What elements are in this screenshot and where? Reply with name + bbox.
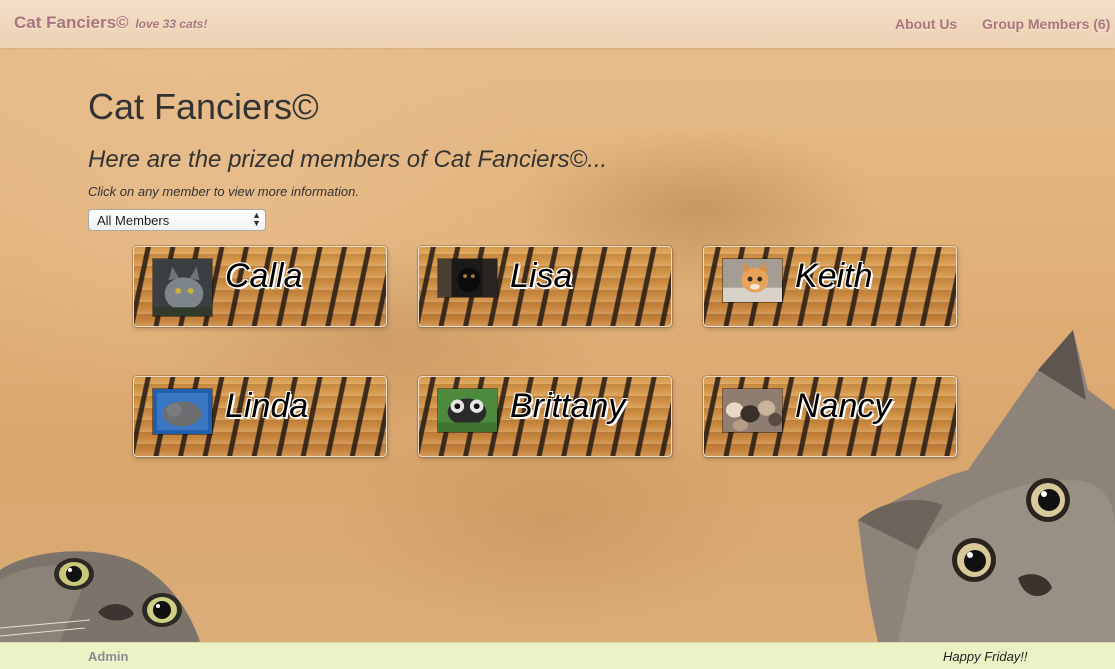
footer-bar: Admin Happy Friday!! bbox=[0, 642, 1115, 669]
member-photo bbox=[722, 388, 783, 433]
member-name: Calla bbox=[225, 257, 303, 295]
member-photo bbox=[722, 258, 783, 303]
member-photo bbox=[152, 258, 213, 317]
peeking-cat-right-image bbox=[858, 330, 1115, 642]
member-photo bbox=[437, 258, 498, 298]
member-card-keith[interactable]: Keith bbox=[703, 246, 957, 327]
page-title: Cat Fanciers© bbox=[88, 86, 319, 127]
filter-selected-value: All Members bbox=[97, 213, 170, 228]
member-filter-select[interactable]: All Members ▲ ▼ bbox=[88, 209, 266, 231]
member-photo bbox=[152, 388, 213, 435]
page-subtitle: Here are the prized members of Cat Fanci… bbox=[88, 146, 608, 173]
footer-message: Happy Friday!! bbox=[943, 649, 1028, 664]
member-name: Linda bbox=[225, 387, 309, 425]
brand-tagline: love 33 cats! bbox=[135, 17, 208, 31]
member-card-linda[interactable]: Linda bbox=[133, 376, 387, 457]
peeking-cat-left-image bbox=[0, 551, 200, 642]
member-card-brittany[interactable]: Brittany bbox=[418, 376, 672, 457]
brand-link[interactable]: Cat Fanciers© love 33 cats! bbox=[14, 13, 207, 33]
member-name: Lisa bbox=[510, 257, 573, 295]
member-photo bbox=[437, 388, 498, 433]
nav-group-members[interactable]: Group Members (6) bbox=[982, 16, 1110, 32]
brand-name: Cat Fanciers© bbox=[14, 13, 129, 32]
member-card-calla[interactable]: Calla bbox=[133, 246, 387, 327]
member-card-lisa[interactable]: Lisa bbox=[418, 246, 672, 327]
admin-link[interactable]: Admin bbox=[88, 649, 128, 664]
nav-about-us[interactable]: About Us bbox=[895, 16, 957, 32]
instruction-text: Click on any member to view more informa… bbox=[88, 184, 359, 199]
top-navbar: Cat Fanciers© love 33 cats! About Us Gro… bbox=[0, 0, 1115, 48]
select-updown-icon: ▲ ▼ bbox=[252, 210, 261, 228]
member-name: Keith bbox=[795, 257, 873, 295]
member-name: Brittany bbox=[510, 387, 626, 425]
